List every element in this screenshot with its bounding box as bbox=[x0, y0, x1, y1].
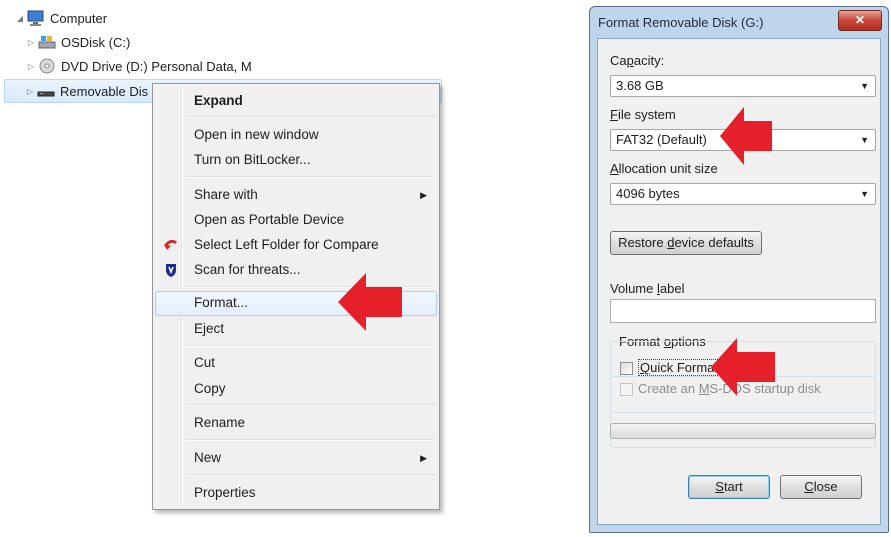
menu-item-label: Properties bbox=[194, 485, 256, 500]
file-system-label: File system bbox=[610, 107, 676, 122]
allocation-unit-value: 4096 bytes bbox=[616, 186, 680, 201]
file-system-value: FAT32 (Default) bbox=[616, 132, 707, 147]
menu-item-label: Share with bbox=[194, 187, 258, 202]
menu-item-label: Turn on BitLocker... bbox=[194, 152, 311, 167]
menu-item-label: Select Left Folder for Compare bbox=[194, 237, 379, 252]
menu-item-label: Eject bbox=[194, 321, 225, 336]
dvd-drive-icon bbox=[38, 58, 56, 74]
menu-item-rename[interactable]: Rename bbox=[155, 411, 437, 435]
menu-item-label: Copy bbox=[194, 381, 226, 396]
menu-separator bbox=[185, 176, 435, 178]
removable-drive-icon bbox=[37, 83, 55, 99]
annotation-arrow-icon bbox=[711, 338, 775, 396]
tree-item-label: Computer bbox=[50, 10, 108, 26]
menu-item-select-left-folder[interactable]: Select Left Folder for Compare bbox=[155, 233, 437, 257]
annotation-arrow-icon bbox=[338, 273, 402, 331]
menu-separator bbox=[185, 345, 435, 347]
msdos-startup-checkbox[interactable] bbox=[620, 383, 633, 396]
close-icon: ✕ bbox=[854, 13, 866, 27]
capacity-select[interactable]: 3.68 GB ▼ bbox=[610, 75, 876, 97]
menu-item-label: New bbox=[194, 450, 222, 465]
submenu-arrow-icon: ▶ bbox=[420, 453, 427, 463]
shield-icon bbox=[163, 262, 179, 278]
close-window-button[interactable]: ✕ bbox=[838, 10, 882, 31]
tree-item-label: OSDisk (C:) bbox=[61, 34, 131, 50]
menu-item-expand[interactable]: Expand bbox=[155, 89, 437, 113]
menu-item-label: Rename bbox=[194, 415, 246, 430]
capacity-label: Capacity: bbox=[610, 53, 665, 68]
close-button[interactable]: Close bbox=[780, 475, 862, 499]
chevron-down-icon: ▼ bbox=[860, 81, 869, 91]
menu-separator bbox=[185, 404, 435, 406]
tree-item-label: DVD Drive (D:) Personal Data, M bbox=[61, 58, 252, 74]
capacity-value: 3.68 GB bbox=[616, 78, 664, 93]
chevron-down-icon: ▼ bbox=[860, 189, 869, 199]
allocation-unit-label: Allocation unit size bbox=[610, 161, 718, 176]
menu-item-label: Scan for threats... bbox=[194, 262, 301, 277]
menu-item-properties[interactable]: Properties bbox=[155, 481, 437, 505]
menu-item-bitlocker[interactable]: Turn on BitLocker... bbox=[155, 148, 437, 172]
volume-label-label: Volume label bbox=[610, 281, 685, 296]
menu-item-open-portable-device[interactable]: Open as Portable Device bbox=[155, 208, 437, 232]
compare-arrow-icon bbox=[163, 237, 179, 253]
quick-format-checkbox[interactable] bbox=[620, 362, 633, 375]
tree-item-label: Removable Dis bbox=[60, 83, 149, 99]
menu-separator bbox=[185, 116, 435, 118]
menu-separator bbox=[185, 439, 435, 441]
tree-item-computer[interactable]: ◢ Computer bbox=[15, 7, 107, 29]
annotation-arrow-icon bbox=[720, 107, 772, 165]
menu-item-share-with[interactable]: Share with ▶ bbox=[155, 183, 437, 207]
format-progress-bar bbox=[610, 423, 876, 439]
computer-icon bbox=[27, 10, 45, 26]
menu-item-label: Cut bbox=[194, 355, 216, 370]
start-button[interactable]: Start bbox=[688, 475, 770, 499]
quick-format-label[interactable]: Quick Format bbox=[638, 359, 721, 376]
menu-item-open-new-window[interactable]: Open in new window bbox=[155, 123, 437, 147]
collapsed-icon[interactable]: ▷ bbox=[26, 38, 36, 47]
menu-item-cut[interactable]: Cut bbox=[155, 351, 437, 375]
volume-label-input[interactable] bbox=[610, 299, 876, 323]
drive-icon bbox=[38, 34, 56, 50]
tree-item-osdisk[interactable]: ▷ OSDisk (C:) bbox=[26, 31, 130, 53]
menu-separator bbox=[185, 474, 435, 476]
dialog-title: Format Removable Disk (G:) bbox=[598, 15, 764, 30]
chevron-down-icon: ▼ bbox=[860, 135, 869, 145]
expanded-icon[interactable]: ◢ bbox=[15, 14, 25, 23]
tree-item-dvd-drive[interactable]: ▷ DVD Drive (D:) Personal Data, M bbox=[26, 55, 252, 77]
restore-defaults-button[interactable]: Restore device defaults bbox=[610, 231, 762, 255]
collapsed-icon[interactable]: ▷ bbox=[25, 87, 35, 96]
menu-item-new[interactable]: New ▶ bbox=[155, 446, 437, 470]
collapsed-icon[interactable]: ▷ bbox=[26, 62, 36, 71]
format-dialog: Format Removable Disk (G:) ✕ Capacity: 3… bbox=[589, 6, 889, 533]
menu-item-copy[interactable]: Copy bbox=[155, 377, 437, 401]
submenu-arrow-icon: ▶ bbox=[420, 190, 427, 200]
allocation-unit-select[interactable]: 4096 bytes ▼ bbox=[610, 183, 876, 205]
menu-item-label: Expand bbox=[194, 93, 243, 108]
menu-item-label: Open in new window bbox=[194, 127, 319, 142]
menu-item-label: Open as Portable Device bbox=[194, 212, 345, 227]
menu-item-label: Format... bbox=[194, 295, 249, 310]
